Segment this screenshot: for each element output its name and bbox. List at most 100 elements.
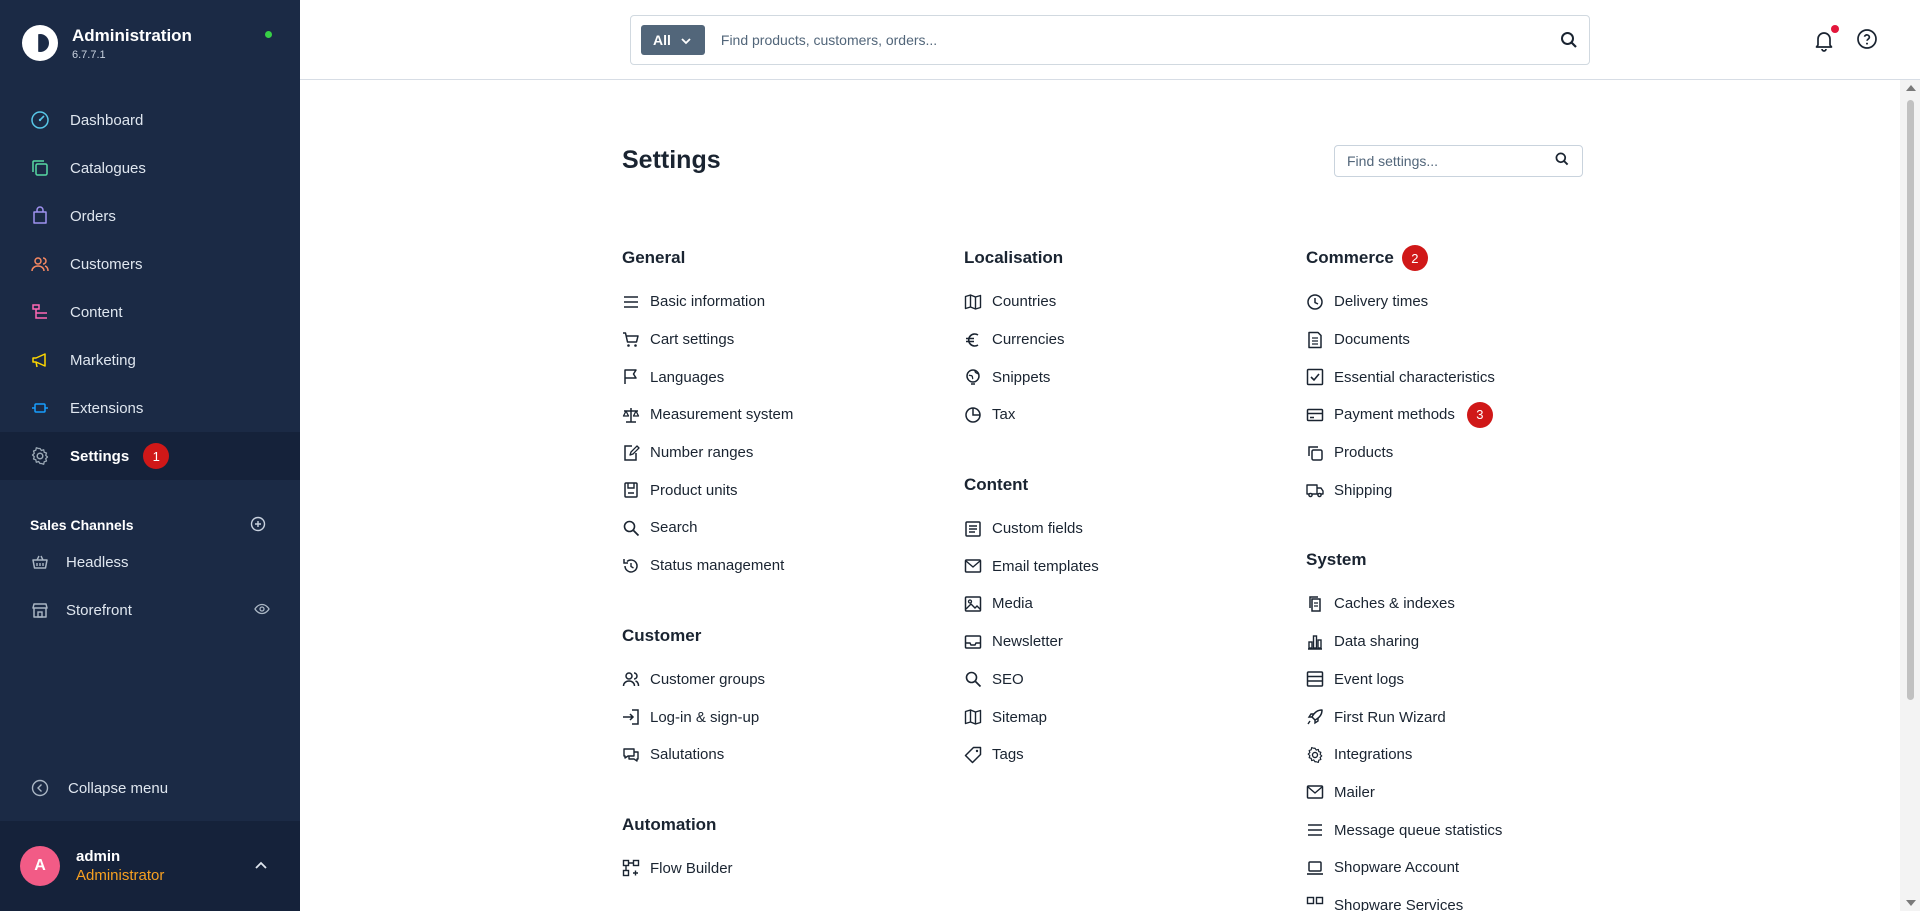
settings-item-countries[interactable]: Countries [964,283,1284,321]
settings-item-customer-groups[interactable]: Customer groups [622,661,942,699]
settings-item-search[interactable]: Search [622,509,942,547]
global-search-input[interactable] [720,32,1559,48]
avatar: A [20,846,60,886]
sidebar-item-content[interactable]: Content [0,288,300,336]
settings-item-integrations[interactable]: Integrations [1306,736,1626,774]
settings-item-custom-fields[interactable]: Custom fields [964,510,1284,548]
group-title: Localisation [964,245,1284,271]
marketing-icon [30,350,50,370]
settings-item-sitemap[interactable]: Sitemap [964,698,1284,736]
settings-item-basic-information[interactable]: Basic information [622,283,942,321]
settings-item-label: Salutations [650,746,725,764]
settings-item-tax[interactable]: Tax [964,396,1284,434]
sales-channel-storefront[interactable]: Storefront [0,586,300,634]
top-bar: All [300,0,1920,80]
brand-version: 6.7.7.1 [72,48,106,61]
settings-item-label: Measurement system [650,406,794,424]
settings-item-measurement-system[interactable]: Measurement system [622,396,942,434]
sign-in-icon [622,708,640,726]
chevron-up-icon[interactable] [254,858,268,876]
eye-icon[interactable] [254,602,270,619]
globe-icon [964,368,982,386]
help-icon[interactable] [1856,28,1878,55]
settings-item-newsletter[interactable]: Newsletter [964,623,1284,661]
settings-item-shopware-account[interactable]: Shopware Account [1306,849,1626,887]
truck-icon [1306,481,1324,499]
notification-dot [1831,25,1839,33]
sidebar-item-marketing[interactable]: Marketing [0,336,300,384]
document-icon [1306,331,1324,349]
settings-item-label: Essential characteristics [1334,368,1495,386]
settings-item-status-management[interactable]: Status management [622,547,942,585]
settings-item-media[interactable]: Media [964,585,1284,623]
settings-item-label: SEO [992,670,1024,688]
user-menu[interactable]: A admin Administrator [0,821,300,911]
settings-item-shopware-services[interactable]: Shopware Services [1306,887,1626,911]
settings-item-payment-methods[interactable]: Payment methods 3 [1306,396,1626,434]
global-search: All [630,15,1590,65]
tag-icon [964,746,982,764]
settings-item-documents[interactable]: Documents [1306,321,1626,359]
gear-icon [1306,746,1324,764]
group-title-text: Localisation [964,248,1064,267]
settings-item-label: Customer groups [650,670,766,688]
group-title-text: Automation [622,814,717,834]
settings-item-tags[interactable]: Tags [964,736,1284,774]
settings-item-essential-characteristics[interactable]: Essential characteristics [1306,358,1626,396]
settings-item-cart-settings[interactable]: Cart settings [622,321,942,359]
sidebar-item-dashboard[interactable]: Dashboard [0,96,300,144]
settings-item-label: Basic information [650,293,766,311]
settings-item-message-queue-statistics[interactable]: Message queue statistics [1306,811,1626,849]
settings-item-event-logs[interactable]: Event logs [1306,661,1626,699]
settings-item-label: Product units [650,481,738,499]
sidebar-item-settings[interactable]: Settings 1 [0,432,300,480]
scroll-up-icon[interactable] [1906,85,1916,91]
sidebar-item-orders[interactable]: Orders [0,192,300,240]
scrollbar[interactable] [1900,80,1920,911]
settings-item-products[interactable]: Products [1306,434,1626,472]
flow-icon [622,859,640,877]
settings-item-delivery-times[interactable]: Delivery times [1306,283,1626,321]
search-scope-dropdown[interactable]: All [641,25,705,55]
group-title: Automation [622,812,942,838]
search-icon[interactable] [1559,30,1579,50]
settings-item-caches-indexes[interactable]: Caches & indexes [1306,585,1626,623]
settings-item-number-ranges[interactable]: Number ranges [622,434,942,472]
settings-item-label: Message queue statistics [1334,821,1503,839]
settings-item-seo[interactable]: SEO [964,661,1284,699]
collapse-menu-button[interactable]: Collapse menu [0,768,300,808]
custom-fields-icon [964,520,982,538]
search-icon [964,670,982,688]
settings-item-shipping[interactable]: Shipping [1306,471,1626,509]
settings-item-salutations[interactable]: Salutations [622,736,942,774]
history-icon [622,557,640,575]
settings-item-label: Search [650,519,698,537]
settings-item-languages[interactable]: Languages [622,358,942,396]
settings-item-email-templates[interactable]: Email templates [964,547,1284,585]
settings-item-label: Delivery times [1334,293,1429,311]
settings-item-first-run-wizard[interactable]: First Run Wizard [1306,698,1626,736]
sidebar-item-extensions[interactable]: Extensions [0,384,300,432]
settings-search [1334,145,1583,177]
settings-item-label: Payment methods [1334,406,1455,424]
settings-search-input[interactable] [1347,153,1554,169]
chat-icon [622,746,640,764]
settings-group-content: Content Custom fields Email templates Media… [964,472,1284,774]
search-icon[interactable] [1554,151,1570,172]
add-sales-channel-icon[interactable] [250,516,266,535]
sidebar-item-catalogues[interactable]: Catalogues [0,144,300,192]
user-role: Administrator [76,867,165,884]
sales-channel-headless[interactable]: Headless [0,538,300,586]
settings-item-label: Languages [650,368,725,386]
scroll-down-icon[interactable] [1906,900,1916,906]
settings-item-data-sharing[interactable]: Data sharing [1306,623,1626,661]
settings-item-snippets[interactable]: Snippets [964,358,1284,396]
sidebar-item-customers[interactable]: Customers [0,240,300,288]
settings-item-log-in-sign-up[interactable]: Log-in & sign-up [622,698,942,736]
scroll-thumb[interactable] [1907,100,1914,700]
settings-item-mailer[interactable]: Mailer [1306,774,1626,812]
clock-icon [1306,293,1324,311]
settings-item-currencies[interactable]: Currencies [964,321,1284,359]
settings-item-product-units[interactable]: Product units [622,471,942,509]
settings-item-flow-builder[interactable]: Flow Builder [622,850,942,888]
